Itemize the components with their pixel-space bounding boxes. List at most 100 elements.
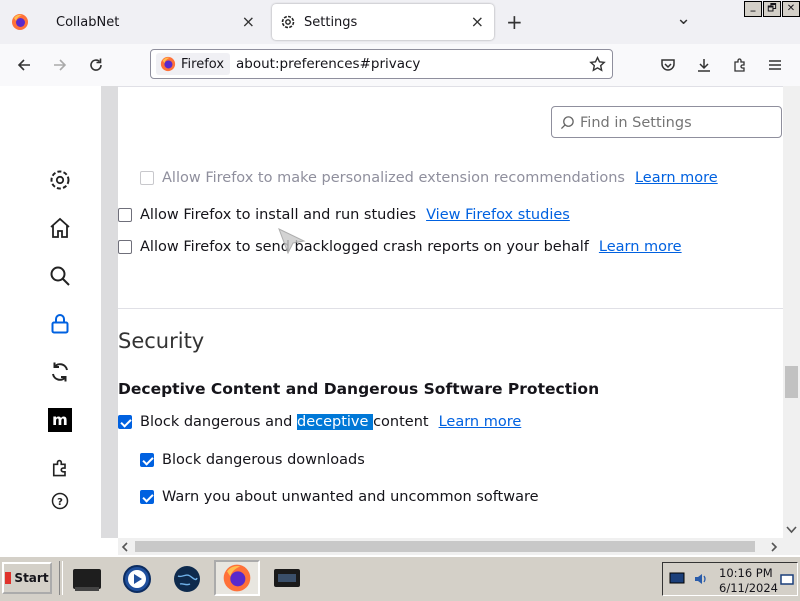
system-tray: 10:16 PM 6/11/2024 <box>662 562 798 596</box>
category-privacy[interactable] <box>47 311 73 337</box>
search-input[interactable] <box>578 112 777 134</box>
search-icon <box>50 266 70 286</box>
category-general[interactable] <box>47 167 73 193</box>
close-window-button[interactable]: ✕ <box>782 1 800 17</box>
block-deceptive-checkbox[interactable] <box>118 415 132 429</box>
recommendations-option: Allow Firefox to make personalized exten… <box>140 170 718 186</box>
gear-icon <box>50 170 70 190</box>
gear-icon <box>281 15 295 29</box>
category-search[interactable] <box>47 263 73 289</box>
start-logo-icon <box>5 572 12 584</box>
monitor-icon <box>274 569 300 587</box>
pocket-button[interactable] <box>655 52 681 78</box>
reload-button[interactable] <box>83 52 109 78</box>
identity-label: Firefox <box>181 56 225 72</box>
url-bar[interactable]: Firefox about:preferences#privacy <box>150 49 613 79</box>
sync-icon <box>52 362 68 382</box>
forward-button[interactable] <box>47 52 73 78</box>
tab-settings[interactable]: Settings × <box>272 4 494 40</box>
start-label: Start <box>14 571 49 585</box>
sidebar-divider <box>101 86 118 538</box>
section-divider <box>118 308 783 309</box>
block-downloads-checkbox[interactable] <box>140 453 154 467</box>
settings-content: Allow Firefox to make personalized exten… <box>118 86 783 538</box>
crash-reports-learn-more-link[interactable]: Learn more <box>599 239 682 255</box>
deceptive-protection-heading: Deceptive Content and Dangerous Software… <box>118 380 600 398</box>
pocket-icon <box>661 59 675 71</box>
category-more-from-mozilla[interactable]: m <box>47 407 73 433</box>
studies-label: Allow Firefox to install and run studies <box>140 207 417 223</box>
category-home[interactable] <box>47 215 73 241</box>
network-tray-icon[interactable] <box>669 572 685 586</box>
horizontal-scroll-thumb[interactable] <box>135 541 755 552</box>
restore-button[interactable]: 🗗 <box>763 1 781 17</box>
tab-collabnet[interactable]: CollabNet × <box>0 4 265 40</box>
notification-tray-icon[interactable] <box>780 573 794 587</box>
downloads-button[interactable] <box>691 52 717 78</box>
extensions-button[interactable] <box>727 52 753 78</box>
taskbar-app-terminal[interactable] <box>70 562 104 596</box>
crash-reports-option: Allow Firefox to send backlogged crash r… <box>118 239 682 255</box>
taskbar-app-media-player[interactable] <box>120 562 154 596</box>
search-field[interactable] <box>551 106 782 138</box>
studies-checkbox[interactable] <box>118 208 132 222</box>
taskbar-app-monitor[interactable] <box>264 562 310 596</box>
warn-unwanted-option: Warn you about unwanted and uncommon sof… <box>140 489 539 505</box>
block-deceptive-option: Block dangerous and deceptive content Le… <box>118 414 521 430</box>
start-button[interactable]: Start <box>2 562 52 594</box>
list-all-tabs-button[interactable]: ⌄ <box>676 8 691 29</box>
home-icon <box>50 217 70 238</box>
arrow-left-icon <box>17 59 30 71</box>
warn-unwanted-label: Warn you about unwanted and uncommon sof… <box>162 489 539 505</box>
crash-reports-checkbox[interactable] <box>118 240 132 254</box>
arrow-right-icon <box>54 59 67 71</box>
new-tab-button[interactable]: + <box>506 10 523 34</box>
tab-title: Settings <box>304 14 358 30</box>
volume-tray-icon[interactable] <box>693 571 709 587</box>
window-controls: _ 🗗 ✕ <box>744 1 800 17</box>
taskbar: Start 10:16 PM 6/11/2024 <box>0 556 800 601</box>
tab-strip: CollabNet × Settings × + ⌄ _ 🗗 ✕ <box>0 0 800 44</box>
terminal-icon <box>73 569 101 591</box>
search-icon <box>560 116 574 130</box>
download-icon <box>698 59 710 72</box>
hamburger-icon <box>769 60 781 70</box>
bookmark-star-icon[interactable] <box>589 56 606 73</box>
crash-reports-label: Allow Firefox to send backlogged crash r… <box>140 239 589 255</box>
firefox-icon <box>12 14 28 30</box>
category-extensions[interactable] <box>47 455 73 481</box>
close-tab-button[interactable]: × <box>242 12 255 31</box>
studies-option: Allow Firefox to install and run studies… <box>118 207 570 223</box>
recommendations-learn-more-link[interactable]: Learn more <box>635 170 718 186</box>
minimize-button[interactable]: _ <box>744 1 762 17</box>
scroll-down-arrow-icon[interactable] <box>786 526 797 534</box>
block-deceptive-learn-more-link[interactable]: Learn more <box>439 414 522 430</box>
category-support[interactable]: ? <box>47 488 73 514</box>
firefox-icon <box>160 56 176 72</box>
vertical-scrollbar[interactable] <box>783 86 800 538</box>
scroll-thumb[interactable] <box>785 366 798 398</box>
tab-title: CollabNet <box>56 14 120 30</box>
taskbar-app-firefox[interactable] <box>214 560 260 596</box>
view-studies-link[interactable]: View Firefox studies <box>426 207 570 223</box>
media-player-icon <box>123 565 151 593</box>
url-text: about:preferences#privacy <box>236 56 421 72</box>
scroll-left-arrow-icon[interactable] <box>121 542 129 552</box>
close-tab-button[interactable]: × <box>471 12 484 31</box>
menu-button[interactable] <box>762 52 788 78</box>
taskbar-app-network[interactable] <box>170 562 204 596</box>
block-deceptive-label-prefix: Block dangerous and <box>140 414 297 430</box>
reload-icon <box>90 58 102 71</box>
recommendations-checkbox[interactable] <box>140 171 154 185</box>
warn-unwanted-checkbox[interactable] <box>140 490 154 504</box>
clock-date: 6/11/2024 <box>719 581 778 595</box>
scroll-right-arrow-icon[interactable] <box>770 542 778 552</box>
svg-text:?: ? <box>57 497 63 508</box>
identity-box[interactable]: Firefox <box>156 53 231 75</box>
horizontal-scrollbar[interactable] <box>118 538 783 555</box>
category-sync[interactable] <box>47 359 73 385</box>
help-icon: ? <box>51 492 69 510</box>
category-sidebar: m ? <box>0 86 101 556</box>
back-button[interactable] <box>11 52 37 78</box>
mozilla-icon: m <box>48 408 72 432</box>
